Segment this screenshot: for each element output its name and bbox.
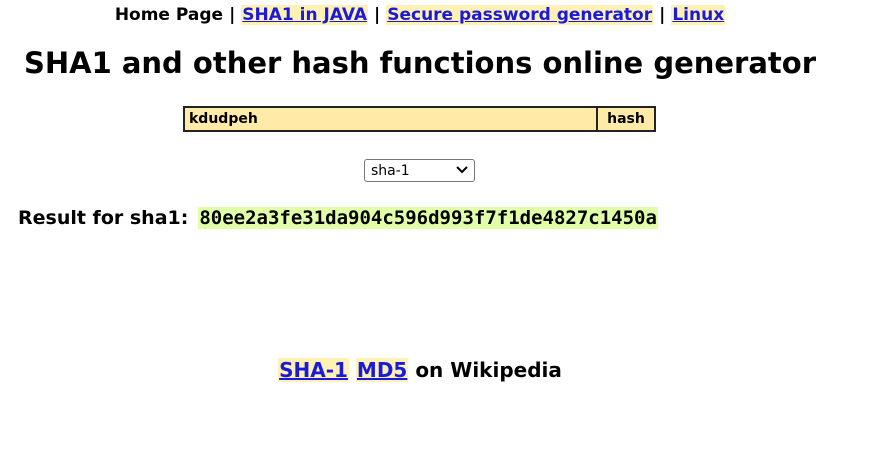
wiki-link-md5[interactable]: MD5 [355, 358, 409, 382]
page-title: SHA1 and other hash functions online gen… [23, 46, 817, 80]
hash-input[interactable] [183, 106, 598, 132]
nav-link-sha1-java[interactable]: SHA1 in JAVA [241, 5, 368, 25]
chevron-down-icon [456, 164, 468, 177]
nav-link-password-generator[interactable]: Secure password generator [386, 5, 654, 25]
nav-separator: | [659, 5, 666, 25]
wikipedia-links: SHA-1 MD5 on Wikipedia [0, 356, 840, 384]
nav-separator: | [374, 5, 381, 25]
result-label: Result for sha1: [18, 207, 189, 229]
nav-link-linux[interactable]: Linux [671, 5, 726, 25]
algorithm-selected-value: sha-1 [371, 162, 410, 179]
algorithm-select[interactable]: sha-1 [364, 159, 475, 182]
page: Home Page | SHA1 in JAVA | Secure password g… [0, 0, 881, 464]
nav-separator: | [229, 5, 236, 25]
result-hash-value: 80ee2a3fe31da904c596d993f7f1de4827c1450a [198, 207, 658, 229]
home-page-label: Home Page [114, 5, 224, 25]
top-navigation: Home Page | SHA1 in JAVA | Secure password g… [0, 4, 840, 26]
hash-button[interactable]: hash [598, 106, 656, 132]
wiki-suffix: on Wikipedia [415, 358, 562, 382]
hash-form: hash [183, 106, 656, 132]
wiki-link-sha1[interactable]: SHA-1 [278, 358, 349, 382]
result: Result for sha1: 80ee2a3fe31da904c596d993… [18, 204, 658, 232]
